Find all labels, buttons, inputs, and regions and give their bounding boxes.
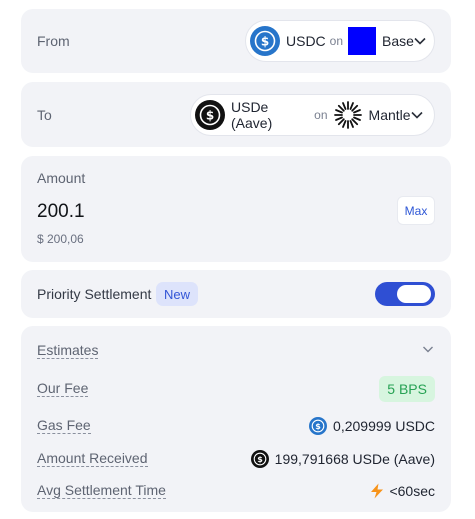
- avg-settlement-time-row: Avg Settlement Time <60sec: [37, 478, 435, 504]
- svg-text:$: $: [257, 455, 263, 464]
- amount-received-value: 199,791668 USDe (Aave): [274, 451, 435, 467]
- gas-fee-label: Gas Fee: [37, 417, 91, 434]
- chevron-down-icon[interactable]: [421, 342, 435, 356]
- from-card: From $ USDC on Base: [21, 9, 451, 73]
- max-button[interactable]: Max: [397, 196, 435, 225]
- amount-card: Amount 200.1 $ 200,06 Max: [21, 156, 451, 262]
- avg-settlement-time-value: <60sec: [389, 483, 435, 499]
- from-token-symbol: USDC: [286, 33, 326, 49]
- estimates-title[interactable]: Estimates: [37, 342, 99, 359]
- avg-settlement-time-label: Avg Settlement Time: [37, 482, 166, 499]
- svg-text:$: $: [261, 35, 269, 49]
- from-label: From: [37, 33, 70, 49]
- from-chain-name: Base: [382, 33, 414, 49]
- from-token-selector[interactable]: $ USDC on Base: [245, 20, 435, 62]
- priority-settlement-card: Priority Settlement New: [21, 270, 451, 318]
- amount-label: Amount: [37, 170, 86, 186]
- amount-received-value-wrap: $ 199,791668 USDe (Aave): [250, 446, 435, 472]
- amount-received-label: Amount Received: [37, 450, 148, 467]
- to-chain-name: Mantle: [368, 107, 411, 123]
- our-fee-label: Our Fee: [37, 380, 89, 397]
- our-fee-value: 5 BPS: [379, 376, 435, 402]
- to-token-selector[interactable]: $ USDe (Aave) on Mantle: [190, 94, 435, 136]
- svg-text:$: $: [206, 109, 214, 123]
- amount-received-row: Amount Received $ 199,791668 USDe (Aave): [37, 446, 435, 472]
- gas-fee-value-wrap: $ 0,209999 USDC: [309, 413, 435, 439]
- our-fee-row: Our Fee 5 BPS: [37, 376, 435, 402]
- usdc-icon: $: [309, 417, 328, 435]
- gas-fee-row: Gas Fee $ 0,209999 USDC: [37, 413, 435, 439]
- gas-fee-value: 0,209999 USDC: [333, 418, 435, 434]
- to-token-symbol: USDe (Aave): [231, 99, 273, 131]
- base-icon: [348, 27, 377, 55]
- usde-icon: $: [250, 450, 269, 468]
- usdc-icon: $: [250, 26, 280, 56]
- to-card: To $ USDe (Aave) on Mantle: [21, 82, 451, 147]
- usde-icon: $: [195, 100, 225, 130]
- amount-input[interactable]: 200.1: [37, 201, 85, 223]
- estimates-card: Estimates Our Fee 5 BPS Gas Fee $ 0,2099…: [21, 326, 451, 512]
- toggle-knob: [397, 285, 431, 303]
- from-on-text: on: [329, 34, 344, 48]
- to-on-text: on: [314, 108, 328, 122]
- lightning-icon: [371, 483, 384, 499]
- chevron-down-icon: [411, 108, 424, 122]
- our-fee-value-wrap: 5 BPS: [379, 376, 435, 402]
- amount-usd-value: $ 200,06: [37, 232, 84, 246]
- svg-text:$: $: [315, 422, 321, 431]
- to-label: To: [37, 107, 52, 123]
- avg-settlement-time-value-wrap: <60sec: [368, 478, 435, 504]
- new-badge: New: [156, 282, 199, 306]
- priority-settlement-label: Priority Settlement: [37, 286, 152, 302]
- priority-settlement-toggle[interactable]: [375, 282, 435, 306]
- mantle-icon: [333, 100, 363, 130]
- chevron-down-icon: [414, 34, 426, 48]
